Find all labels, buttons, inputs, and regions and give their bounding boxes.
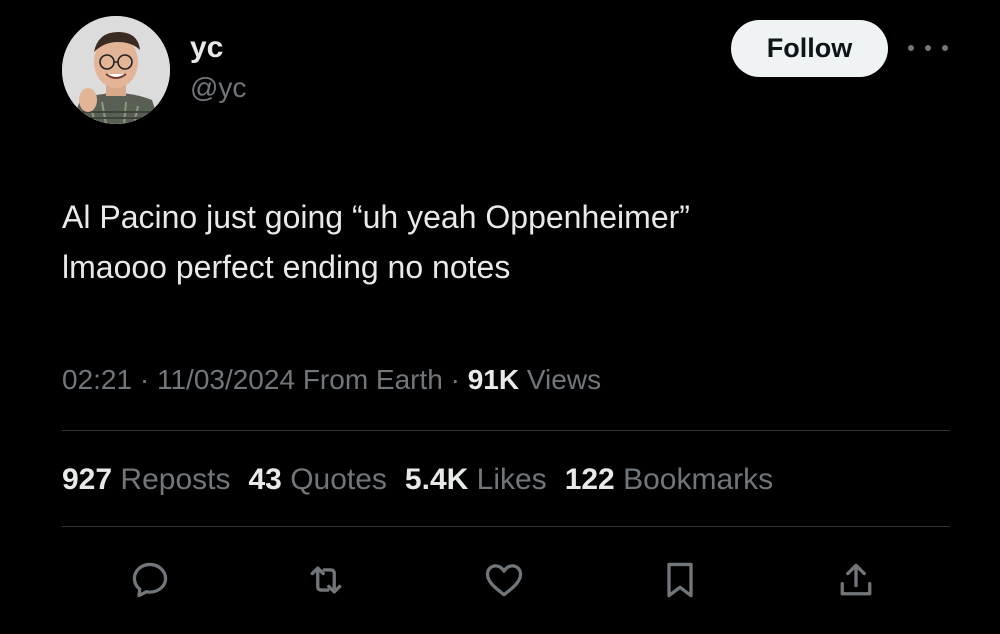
- quotes-label: Quotes: [290, 463, 387, 496]
- likes-count: 5.4K: [404, 463, 469, 496]
- quotes-count: 43: [248, 463, 282, 496]
- author-info: yc @yc: [190, 30, 246, 106]
- bookmarks-label: Bookmarks: [623, 463, 774, 496]
- meta-separator: ·: [450, 364, 460, 395]
- share-icon[interactable]: [834, 558, 878, 602]
- dot: [925, 45, 931, 51]
- meta-separator: ·: [139, 364, 150, 395]
- follow-button[interactable]: Follow: [731, 20, 888, 77]
- reposts-count: 927: [62, 463, 113, 496]
- tweet-text-line: lmaooo perfect ending no notes: [62, 249, 511, 285]
- tweet-source: From Earth: [302, 364, 443, 395]
- reposts-label: Reposts: [120, 463, 231, 496]
- action-bar: [0, 558, 1000, 602]
- tweet-meta: 02:21 · 11/03/2024 From Earth · 91K View…: [62, 360, 601, 400]
- like-icon[interactable]: [482, 558, 526, 602]
- divider: [62, 526, 950, 527]
- bookmarks-stat[interactable]: 122 Bookmarks: [565, 460, 773, 500]
- quotes-stat[interactable]: 43 Quotes: [248, 460, 386, 500]
- tweet-text-line: Al Pacino just going “uh yeah Oppenheime…: [62, 199, 690, 235]
- avatar-image: [62, 16, 170, 124]
- bookmarks-count: 122: [564, 463, 615, 496]
- tweet-date[interactable]: 11/03/2024: [157, 364, 295, 395]
- more-horizontal-icon[interactable]: [908, 36, 948, 60]
- dot: [908, 45, 914, 51]
- likes-label: Likes: [476, 463, 547, 496]
- user-handle[interactable]: @yc: [190, 70, 246, 106]
- reposts-stat[interactable]: 927 Reposts: [62, 460, 230, 500]
- views-label: Views: [526, 364, 602, 395]
- repost-icon[interactable]: [304, 558, 348, 602]
- bookmark-icon[interactable]: [658, 558, 702, 602]
- tweet: yc @yc Follow Al Pacino just going “uh y…: [0, 0, 1000, 634]
- views-count: 91K: [467, 364, 520, 395]
- tweet-stats: 927 Reposts 43 Quotes 5.4K Likes 122 Bookma…: [62, 460, 791, 500]
- dot: [942, 45, 948, 51]
- display-name[interactable]: yc: [190, 30, 246, 66]
- divider: [62, 430, 950, 431]
- avatar[interactable]: [62, 16, 170, 124]
- reply-icon[interactable]: [128, 558, 172, 602]
- tweet-time[interactable]: 02:21: [62, 364, 132, 395]
- likes-stat[interactable]: 5.4K Likes: [405, 460, 547, 500]
- tweet-text: Al Pacino just going “uh yeah Oppenheime…: [62, 192, 942, 292]
